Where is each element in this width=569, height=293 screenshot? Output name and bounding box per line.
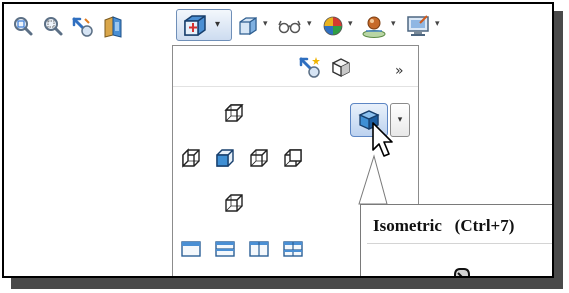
hide-show-items-icon[interactable] bbox=[275, 12, 305, 40]
front-view-icon[interactable] bbox=[212, 145, 238, 171]
two-view-vertical-icon[interactable] bbox=[246, 236, 272, 262]
zoom-to-fit-icon[interactable] bbox=[10, 12, 36, 40]
view-selector-icon[interactable] bbox=[328, 54, 354, 80]
left-view-icon[interactable] bbox=[178, 145, 204, 171]
top-view-icon[interactable] bbox=[221, 100, 247, 126]
single-view-icon[interactable] bbox=[178, 236, 204, 262]
solidworks-view-window: ▾ ▾ ▾ ▾ ▾ ▾ » ▾ Isometric (Ctrl+7) bbox=[2, 2, 554, 278]
tooltip-separator bbox=[367, 243, 552, 244]
previous-view-icon[interactable] bbox=[70, 12, 96, 40]
display-style-icon[interactable] bbox=[235, 12, 261, 40]
back-view-icon[interactable] bbox=[280, 145, 306, 171]
heads-up-view-toolbar: ▾ ▾ ▾ ▾ ▾ ▾ bbox=[4, 4, 552, 48]
tooltip-label: Isometric bbox=[373, 216, 442, 235]
right-view-icon[interactable] bbox=[246, 145, 272, 171]
bottom-view-icon[interactable] bbox=[221, 190, 247, 216]
chevron-down-icon[interactable]: ▾ bbox=[307, 19, 312, 29]
section-view-icon[interactable] bbox=[100, 12, 126, 40]
more-options-icon[interactable]: » bbox=[395, 63, 404, 79]
flyout-separator bbox=[173, 86, 418, 87]
edit-appearance-icon[interactable] bbox=[320, 12, 346, 40]
isometric-tooltip: Isometric (Ctrl+7) bbox=[360, 204, 552, 276]
chevron-down-icon[interactable]: ▾ bbox=[348, 19, 353, 29]
two-view-horizontal-icon[interactable] bbox=[212, 236, 238, 262]
view-orientation-icon bbox=[182, 13, 208, 44]
chevron-down-icon: ▾ bbox=[215, 19, 221, 30]
four-view-icon[interactable] bbox=[280, 236, 306, 262]
view-settings-icon[interactable] bbox=[404, 12, 432, 40]
tooltip-title: Isometric (Ctrl+7) bbox=[373, 216, 514, 236]
zoom-to-area-icon[interactable] bbox=[40, 12, 66, 40]
chevron-down-icon[interactable]: ▾ bbox=[263, 19, 268, 29]
new-view-icon[interactable] bbox=[297, 54, 323, 80]
chevron-down-icon[interactable]: ▾ bbox=[435, 19, 440, 29]
tooltip-preview-image bbox=[449, 263, 475, 276]
tooltip-shortcut: (Ctrl+7) bbox=[454, 216, 515, 235]
chevron-down-icon[interactable]: ▾ bbox=[391, 19, 396, 29]
view-orientation-button[interactable]: ▾ bbox=[176, 9, 232, 41]
apply-scene-icon[interactable] bbox=[360, 12, 388, 40]
